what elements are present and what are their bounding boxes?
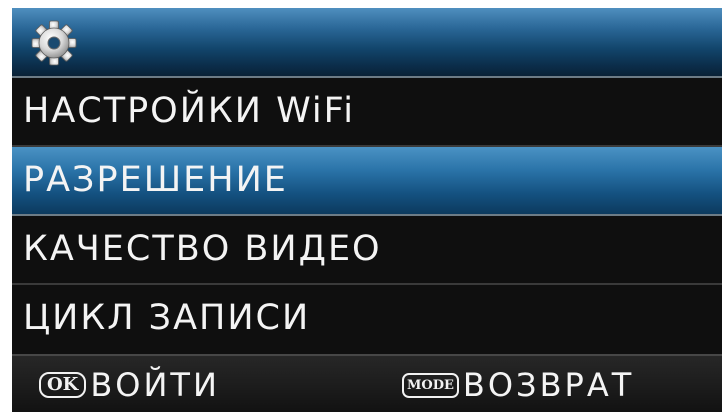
menu-item-label: РАЗРЕШЕНИЕ	[23, 160, 288, 200]
back-hint[interactable]: MODE ВОЗВРАТ	[402, 366, 635, 404]
menu-item-video-quality[interactable]: КАЧЕСТВО ВИДЕО	[12, 216, 722, 285]
menu-item-label: КАЧЕСТВО ВИДЕО	[23, 229, 382, 269]
menu-item-label: ЦИКЛ ЗАПИСИ	[23, 298, 311, 338]
menu-header	[12, 8, 722, 78]
menu-item-wifi-settings[interactable]: НАСТРОЙКИ WiFi	[12, 78, 722, 147]
mode-key-icon: MODE	[402, 372, 459, 398]
menu-item-label: НАСТРОЙКИ WiFi	[23, 91, 355, 131]
settings-menu: НАСТРОЙКИ WiFi РАЗРЕШЕНИЕ КАЧЕСТВО ВИДЕО…	[12, 78, 722, 354]
camera-settings-screen: НАСТРОЙКИ WiFi РАЗРЕШЕНИЕ КАЧЕСТВО ВИДЕО…	[12, 8, 722, 412]
menu-item-resolution[interactable]: РАЗРЕШЕНИЕ	[12, 147, 722, 216]
ok-key-icon: OK	[39, 372, 87, 398]
enter-label: ВОЙТИ	[90, 366, 220, 404]
enter-hint[interactable]: OK ВОЙТИ	[39, 366, 220, 404]
menu-item-loop-recording[interactable]: ЦИКЛ ЗАПИСИ	[12, 285, 722, 352]
button-hints-bar: OK ВОЙТИ MODE ВОЗВРАТ	[12, 354, 722, 412]
back-label: ВОЗВРАТ	[462, 366, 635, 404]
gear-icon	[31, 20, 77, 66]
